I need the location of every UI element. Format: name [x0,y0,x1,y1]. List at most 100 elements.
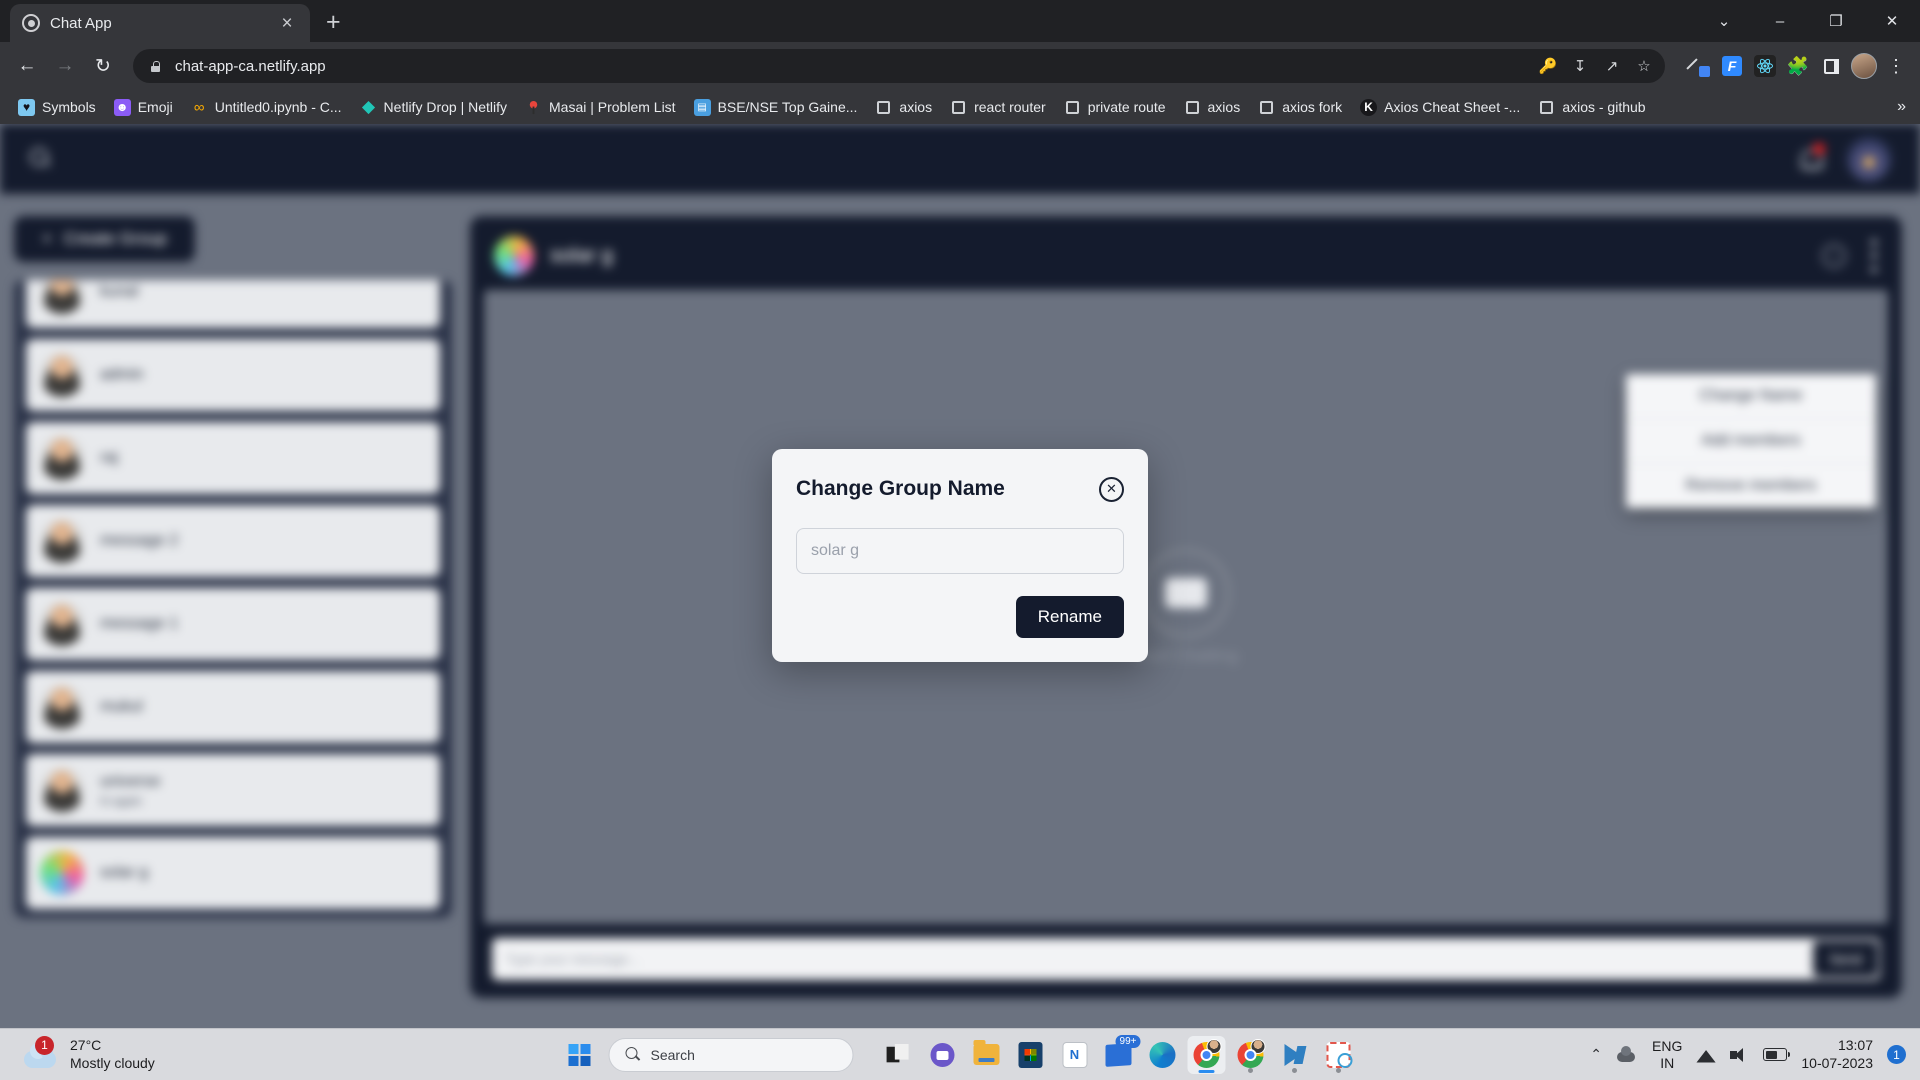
menu-item-change-name[interactable]: Change Name [1626,374,1876,418]
close-icon[interactable]: ✕ [1099,476,1124,502]
bookmark-item[interactable]: Masai | Problem List [517,95,684,120]
bookmarks-overflow-icon[interactable]: » [1891,95,1912,119]
bookmark-item[interactable]: K Axios Cheat Sheet -... [1352,95,1528,120]
group-name-input[interactable] [796,527,1124,574]
chat-panel: solar g i • • • Start Chatting Type your… [470,216,1902,998]
weather-widget[interactable]: 1 27°C Mostly cloudy [0,1035,155,1072]
language-line-1: ENG [1652,1038,1683,1055]
bookmark-item[interactable]: axios - github [1530,95,1653,120]
volume-icon[interactable] [1730,1047,1749,1063]
blank-page-icon [875,99,892,116]
bookmark-label: axios [899,99,933,115]
taskbar-app-snipping-tool[interactable] [1320,1036,1358,1074]
search-icon [625,1047,641,1062]
bookmark-item[interactable]: ▤ BSE/NSE Top Gaine... [686,95,866,120]
list-item[interactable]: message 2 [26,505,440,577]
sidebar: + Create Group kunal admin raj message 2… [0,216,470,1028]
forward-icon[interactable]: → [48,49,82,83]
list-item[interactable]: kunal [26,280,440,328]
list-item[interactable]: universe hi again [26,754,440,826]
group-avatar [40,851,84,895]
bookmark-star-icon[interactable]: ☆ [1629,51,1659,81]
menu-item-add-members[interactable]: Add members [1626,418,1876,463]
bookmark-item[interactable]: axios fork [1250,95,1350,120]
react-devtools-icon[interactable] [1750,51,1780,81]
blank-page-icon [1064,99,1081,116]
taskbar-app-visual-studio-code[interactable] [1276,1036,1314,1074]
reload-icon[interactable]: ↻ [86,49,120,83]
browser-tab[interactable]: Chat App × [10,4,310,42]
side-panel-icon[interactable] [1816,51,1846,81]
chat-bubble-logo-icon [1141,548,1231,638]
address-bar[interactable]: chat-app-ca.netlify.app 🔑 ↧ ↗ ☆ [133,49,1665,83]
chat-list[interactable]: kunal admin raj message 2 message 1 muku… [14,280,452,918]
avatar[interactable] [1846,136,1892,182]
modal-header: Change Group Name ✕ [796,476,1124,502]
taskbar-app-google-chrome-active[interactable] [1187,1035,1226,1074]
list-item[interactable]: solar g [26,837,440,909]
extensions-puzzle-icon[interactable]: 🧩 [1783,51,1813,81]
back-icon[interactable]: ← [10,49,44,83]
taskbar-app-microsoft-edge[interactable] [1144,1036,1182,1074]
notification-center-button[interactable]: 1 [1887,1045,1906,1064]
clock[interactable]: 13:07 10-07-2023 [1801,1037,1873,1072]
wifi-icon[interactable] [1696,1047,1716,1063]
eyedropper-icon[interactable] [1684,51,1714,81]
bookmark-item[interactable]: ☻ Emoji [106,95,181,120]
profile-avatar[interactable] [1849,51,1879,81]
figma-extension-icon[interactable]: F [1717,51,1747,81]
bookmark-item[interactable]: private route [1056,95,1174,120]
chevron-up-icon[interactable]: ⌃ [1590,1046,1602,1063]
taskbar-app-file-explorer[interactable] [968,1036,1006,1074]
taskbar-app-teams-chat[interactable] [924,1036,962,1074]
bookmark-label: Symbols [42,99,96,115]
list-item[interactable]: mukul [26,671,440,743]
send-button[interactable]: Send [1813,941,1878,977]
bookmark-item[interactable]: react router [942,95,1054,120]
close-window-button[interactable]: ✕ [1864,0,1920,42]
taskbar-search[interactable]: Search [608,1037,854,1072]
browser-menu-icon[interactable]: ⋮ [1882,56,1910,77]
chevron-down-icon[interactable]: ⌄ [1696,0,1752,42]
install-icon[interactable]: ↧ [1565,51,1595,81]
message-input[interactable]: Type your message... Send [492,938,1880,980]
running-indicator [1292,1067,1297,1073]
minimize-button[interactable]: – [1752,0,1808,42]
system-tray: ⌃ ENG IN 13:07 10-07-2023 1 [1590,1029,1920,1080]
bookmark-label: react router [974,99,1046,115]
new-tab-button[interactable]: + [326,10,341,35]
list-item-name: solar g [100,864,149,881]
bookmark-item[interactable]: axios [867,95,940,120]
language-indicator[interactable]: ENG IN [1652,1038,1682,1070]
list-item[interactable]: raj [26,422,440,494]
rename-button[interactable]: Rename [1015,595,1124,638]
bookmark-item[interactable]: axios [1176,95,1249,120]
menu-item-remove-members[interactable]: Remove members [1626,463,1876,508]
taskbar-app-onenote[interactable]: N [1056,1036,1094,1074]
taskbar-app-mail[interactable]: 99+ [1100,1034,1141,1074]
battery-icon[interactable] [1763,1048,1791,1061]
notifications-button[interactable] [1800,143,1825,170]
bookmark-item[interactable]: ♥ Symbols [10,95,104,120]
bookmark-item[interactable]: Netlify Drop | Netlify [352,95,515,120]
onedrive-icon[interactable] [1616,1045,1638,1064]
close-tab-icon[interactable]: × [276,14,298,33]
search-icon[interactable] [28,146,54,172]
heart-icon: ♥ [18,98,35,116]
list-item-name: raj [100,449,118,466]
vertical-dots-icon[interactable]: • • • [1870,232,1878,281]
share-icon[interactable]: ↗ [1597,51,1627,81]
taskbar-app-microsoft-store[interactable] [1012,1036,1050,1074]
bookmark-item[interactable]: ∞ Untitled0.ipynb - C... [183,95,350,120]
taskbar-app-task-view[interactable] [880,1036,918,1074]
list-item[interactable]: admin [26,339,440,411]
create-group-button[interactable]: + Create Group [14,216,195,262]
list-item[interactable]: message 1 [26,588,440,660]
maximize-button[interactable]: ❐ [1808,0,1864,42]
key-icon[interactable]: 🔑 [1533,51,1563,81]
taskbar-app-google-chrome[interactable] [1232,1036,1270,1074]
modal-title: Change Group Name [796,477,1005,500]
blank-page-icon [950,99,967,116]
start-button[interactable] [563,1038,597,1072]
info-icon[interactable]: i [1822,244,1847,268]
